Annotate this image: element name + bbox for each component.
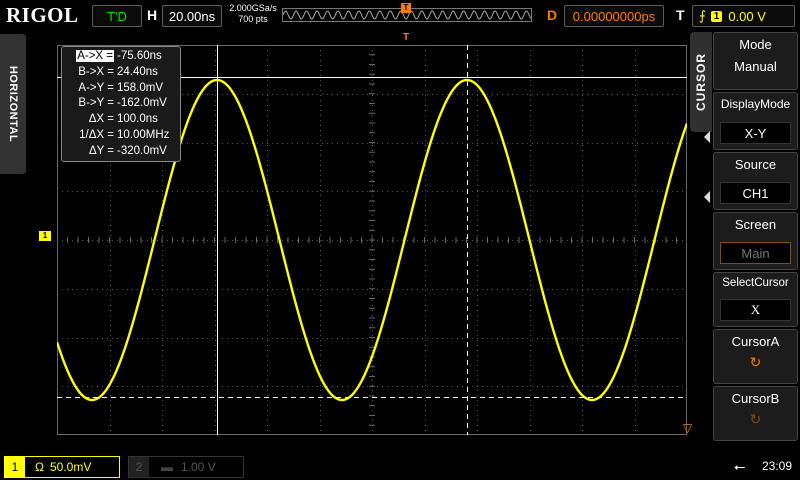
- cursor-readout-row: A->X = -75.60ns: [62, 49, 180, 65]
- trigger-label: T: [676, 7, 685, 23]
- menu-item-value: Manual: [734, 59, 777, 74]
- ch2-scale: 1.00 V: [181, 460, 216, 474]
- menu-item-label: CursorB: [731, 391, 780, 406]
- ch2-coupling-icon: ▬: [161, 460, 173, 474]
- timebase-value: 20.00ns: [168, 8, 216, 24]
- clock: 23:09: [762, 459, 793, 473]
- cursor-readout-row: ΔX = 100.0ns: [62, 112, 180, 128]
- readout-value: 24.40ns: [117, 65, 158, 78]
- menu-item-label: SelectCursor: [722, 277, 789, 289]
- cursor-readout-row: B->X = 24.40ns: [62, 65, 180, 81]
- run-state-badge[interactable]: T'D: [92, 5, 142, 27]
- ch1-scale: 50.0mV: [49, 460, 92, 474]
- cursor-menu-title: CURSOR: [694, 52, 709, 112]
- ch1-status[interactable]: 1 Ω 50.0mV: [4, 456, 120, 478]
- delay-label: D: [547, 7, 558, 23]
- menu-item-mode[interactable]: Mode Manual: [713, 32, 798, 90]
- cursor-readout-row: ΔY = -320.0mV: [62, 144, 180, 160]
- trigger-channel-badge: 1: [710, 10, 723, 22]
- status-bar: RIGOL T'D H 20.00ns 2.000GSa/s 700 pts T…: [0, 0, 800, 32]
- menu-arrow-icon: [704, 131, 710, 143]
- readout-key: 1/ΔX =: [79, 128, 114, 141]
- readout-key: B->X =: [78, 65, 114, 78]
- cursor-readout-row: 1/ΔX = 10.00MHz: [62, 128, 180, 144]
- cursora-knob-icon: ↻: [749, 354, 762, 370]
- menu-arrow-icon: [704, 191, 710, 203]
- trigger-position-marker-icon: T: [401, 3, 411, 13]
- menu-item-cursorb[interactable]: CursorB ↻: [713, 386, 798, 441]
- readout-value: -320.0mV: [117, 144, 167, 157]
- cursorb-knob-icon: ↻: [749, 411, 762, 427]
- sample-rate-info: 2.000GSa/s 700 pts: [228, 3, 278, 25]
- ch1-coupling-icon: Ω: [35, 460, 44, 474]
- readout-key: A->X =: [76, 50, 114, 62]
- menu-item-label: Mode: [739, 37, 772, 52]
- readout-key: ΔX =: [88, 113, 114, 126]
- horizontal-label: H: [147, 7, 158, 23]
- memory-depth-value: 700 pts: [238, 14, 268, 24]
- cursor-readout-row: B->Y = -162.0mV: [62, 96, 180, 112]
- cursor-menu-title-tab[interactable]: CURSOR: [690, 32, 712, 132]
- menu-item-value: Main: [720, 242, 791, 264]
- menu-item-label: CursorA: [731, 334, 780, 349]
- horizontal-side-label: HORIZONTAL: [7, 65, 20, 143]
- menu-item-value: X-Y: [720, 122, 791, 144]
- menu-item-label: DisplayMode: [720, 97, 791, 111]
- menu-item-displaymode[interactable]: DisplayMode X-Y: [704, 92, 798, 150]
- readout-value: -162.0mV: [117, 97, 167, 110]
- trigger-box[interactable]: ⨍ 1 0.00 V: [692, 5, 795, 27]
- cursor-readout-row: A->Y = 158.0mV: [62, 81, 180, 97]
- trigger-rising-edge-icon: ⨍: [699, 8, 706, 23]
- channel-status-bar: 1 Ω 50.0mV 2 ▬ 1.00 V ⭠ 23:09: [0, 452, 800, 480]
- menu-item-cursora[interactable]: CursorA ↻: [713, 329, 798, 384]
- ch1-offset-marker-icon[interactable]: 1: [39, 231, 51, 241]
- menu-item-label: Source: [734, 157, 777, 172]
- menu-item-source[interactable]: Source CH1: [704, 152, 798, 210]
- ch2-number: 2: [129, 457, 149, 477]
- readout-key: ΔY =: [88, 144, 114, 157]
- trigger-level-value: 0.00 V: [728, 8, 766, 24]
- cursor-menu: CURSOR Mode Manual DisplayMode X-Y Sourc…: [690, 32, 800, 448]
- cursor-readout-panel: A->X = -75.60ns B->X = 24.40ns A->Y = 158.0…: [61, 46, 181, 162]
- readout-value: 100.0ns: [117, 113, 158, 126]
- delay-box[interactable]: 0.00000000ps: [564, 5, 664, 27]
- menu-item-screen[interactable]: Screen Main: [713, 212, 798, 270]
- menu-item-label: Screen: [734, 217, 777, 232]
- readout-value: 10.00MHz: [117, 128, 170, 141]
- menu-item-value: CH1: [720, 182, 791, 204]
- brand-logo: RIGOL: [6, 3, 79, 27]
- menu-item-value: X: [720, 299, 791, 321]
- ch1-number: 1: [5, 457, 25, 477]
- usb-icon: ⭠: [734, 458, 746, 474]
- sample-rate-value: 2.000GSa/s: [229, 3, 277, 13]
- run-state-text: T'D: [107, 8, 127, 24]
- memory-overview-bar[interactable]: T: [282, 3, 532, 22]
- readout-value: -75.60ns: [117, 50, 162, 62]
- horizontal-side-tab[interactable]: HORIZONTAL: [0, 34, 26, 174]
- ch2-status[interactable]: 2 ▬ 1.00 V: [128, 456, 244, 478]
- menu-item-selectcursor[interactable]: SelectCursor X: [713, 272, 798, 327]
- readout-key: A->Y =: [78, 81, 114, 94]
- timebase-box[interactable]: 20.00ns: [162, 5, 222, 27]
- readout-key: B->Y =: [78, 97, 114, 110]
- readout-value: 158.0mV: [117, 81, 164, 94]
- delay-value: 0.00000000ps: [572, 8, 656, 24]
- trigger-position-top-icon: T: [402, 32, 410, 43]
